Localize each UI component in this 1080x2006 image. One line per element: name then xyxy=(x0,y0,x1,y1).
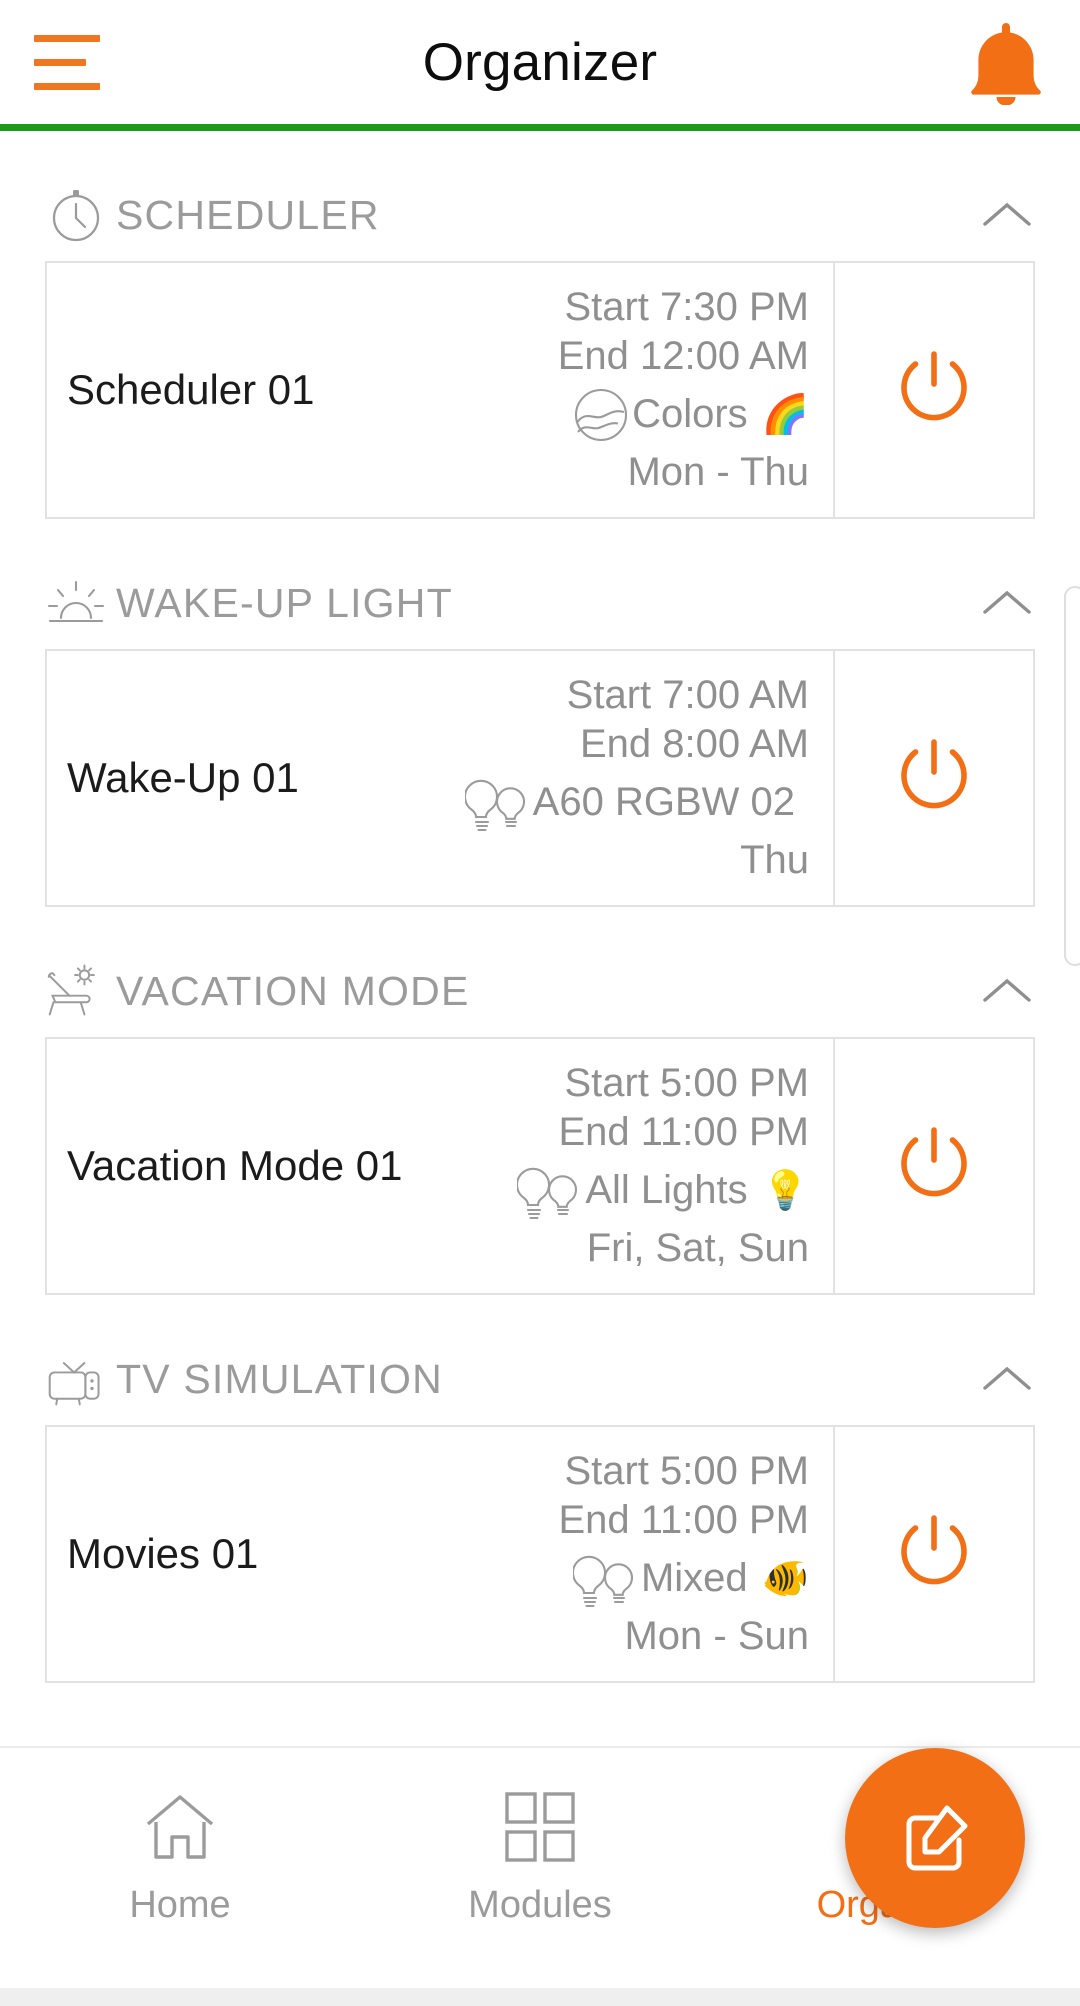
days: Fri, Sat, Sun xyxy=(586,1225,809,1270)
scroll-indicator[interactable] xyxy=(1064,586,1080,966)
sunrise-icon xyxy=(45,572,107,634)
start-time: Start 7:00 AM xyxy=(566,672,809,717)
schedule-details: Start 7:00 AM End 8:00 AM A60 RGBW 02 Th… xyxy=(464,672,809,884)
bell-icon[interactable] xyxy=(966,19,1046,105)
nav-label: Modules xyxy=(468,1884,612,1926)
nav-item-home[interactable]: Home xyxy=(0,1784,360,1927)
schedule-summary: Scheduler 01 Start 7:30 PM End 12:00 AM … xyxy=(47,263,833,517)
days: Mon - Sun xyxy=(624,1613,809,1658)
home-icon xyxy=(142,1784,218,1870)
device-row: A60 RGBW 02 xyxy=(464,772,809,834)
schedule-summary: Vacation Mode 01 Start 5:00 PM End 11:00… xyxy=(47,1039,833,1293)
section-title: VACATION MODE xyxy=(116,967,470,1014)
edit-pencil-square-icon xyxy=(893,1796,977,1880)
schedule-name: Wake-Up 01 xyxy=(67,754,299,801)
device-emoji: 🐠 xyxy=(761,1557,809,1600)
days: Mon - Thu xyxy=(627,449,809,494)
two-bulbs-icon xyxy=(517,1160,591,1222)
section-vacation-mode: VACATION MODE Vacation Mode 01 Start 5:0… xyxy=(45,959,1035,1295)
device-row: Mixed 🐠 xyxy=(572,1548,809,1610)
section-tv-simulation: TV SIMULATION Movies 01 Start 5:00 PM En… xyxy=(45,1347,1035,1683)
schedule-details: Start 5:00 PM End 11:00 PM Mixed 🐠 Mon -… xyxy=(558,1449,809,1660)
two-bulbs-icon xyxy=(572,1548,647,1610)
device-emoji: 🌈 xyxy=(761,393,809,436)
schedule-details: Start 5:00 PM End 11:00 PM All Lights 💡 … xyxy=(517,1061,809,1272)
table-row[interactable]: Scheduler 01 Start 7:30 PM End 12:00 AM … xyxy=(45,261,1035,519)
retro-tv-icon xyxy=(45,1348,107,1410)
accent-divider xyxy=(0,124,1080,131)
days: Thu xyxy=(740,837,809,882)
device-name: All Lights xyxy=(585,1168,748,1213)
deck-chair-sun-icon xyxy=(45,960,107,1022)
end-time: End 8:00 AM xyxy=(579,722,809,767)
power-icon[interactable] xyxy=(833,651,1033,905)
system-bottom-bar xyxy=(0,1988,1080,2006)
chevron-up-icon[interactable] xyxy=(979,187,1035,243)
nav-label: Home xyxy=(129,1884,231,1926)
section-title: WAKE-UP LIGHT xyxy=(116,579,453,626)
grid-icon xyxy=(503,1784,577,1870)
chevron-up-icon[interactable] xyxy=(979,963,1035,1019)
device-name: Colors xyxy=(632,392,748,437)
start-time: Start 5:00 PM xyxy=(564,1448,809,1493)
section-header-scheduler[interactable]: SCHEDULER xyxy=(45,183,1035,247)
table-row[interactable]: Vacation Mode 01 Start 5:00 PM End 11:00… xyxy=(45,1037,1035,1295)
nav-item-modules[interactable]: Modules xyxy=(360,1784,720,1927)
chevron-up-icon[interactable] xyxy=(979,575,1035,631)
section-title: TV SIMULATION xyxy=(116,1355,443,1402)
section-header-tv-simulation[interactable]: TV SIMULATION xyxy=(45,1347,1035,1411)
power-icon[interactable] xyxy=(833,1039,1033,1293)
device-name: A60 RGBW 02 xyxy=(532,780,795,825)
schedule-summary: Wake-Up 01 Start 7:00 AM End 8:00 AM A60… xyxy=(47,651,833,905)
device-name: Mixed xyxy=(640,1556,748,1601)
end-time: End 11:00 PM xyxy=(558,1498,809,1543)
power-icon[interactable] xyxy=(833,1427,1033,1681)
color-wave-circle-icon xyxy=(564,384,638,446)
table-row[interactable]: Movies 01 Start 5:00 PM End 11:00 PM Mix… xyxy=(45,1425,1035,1683)
app-bar: Organizer xyxy=(0,0,1080,124)
hamburger-menu-icon[interactable] xyxy=(34,29,108,96)
schedule-summary: Movies 01 Start 5:00 PM End 11:00 PM Mix… xyxy=(47,1427,833,1681)
power-icon[interactable] xyxy=(833,263,1033,517)
schedule-details: Start 7:30 PM End 12:00 AM Colors 🌈 Mon … xyxy=(558,285,809,496)
end-time: End 12:00 AM xyxy=(557,334,809,379)
schedule-name: Vacation Mode 01 xyxy=(67,1142,403,1189)
section-title: SCHEDULER xyxy=(116,191,380,238)
section-header-wake-up-light[interactable]: WAKE-UP LIGHT xyxy=(45,571,1035,635)
organizer-list: SCHEDULER Scheduler 01 Start 7:30 PM End… xyxy=(0,131,1080,1753)
start-time: Start 5:00 PM xyxy=(564,1060,809,1105)
device-row: Colors 🌈 xyxy=(564,384,809,446)
chevron-up-icon[interactable] xyxy=(979,1351,1035,1407)
section-wake-up-light: WAKE-UP LIGHT Wake-Up 01 Start 7:00 AM E… xyxy=(45,571,1035,907)
schedule-name: Scheduler 01 xyxy=(67,366,315,413)
edit-fab-button[interactable] xyxy=(845,1748,1025,1928)
device-row: All Lights 💡 xyxy=(517,1160,809,1222)
section-header-vacation-mode[interactable]: VACATION MODE xyxy=(45,959,1035,1023)
page-title: Organizer xyxy=(422,32,658,92)
start-time: Start 7:30 PM xyxy=(564,284,809,329)
end-time: End 11:00 PM xyxy=(558,1110,809,1155)
section-scheduler: SCHEDULER Scheduler 01 Start 7:30 PM End… xyxy=(45,183,1035,519)
two-bulbs-icon xyxy=(464,772,539,834)
table-row[interactable]: Wake-Up 01 Start 7:00 AM End 8:00 AM A60… xyxy=(45,649,1035,907)
stopwatch-clock-icon xyxy=(45,184,107,246)
device-emoji: 💡 xyxy=(761,1169,809,1212)
schedule-name: Movies 01 xyxy=(67,1530,259,1577)
